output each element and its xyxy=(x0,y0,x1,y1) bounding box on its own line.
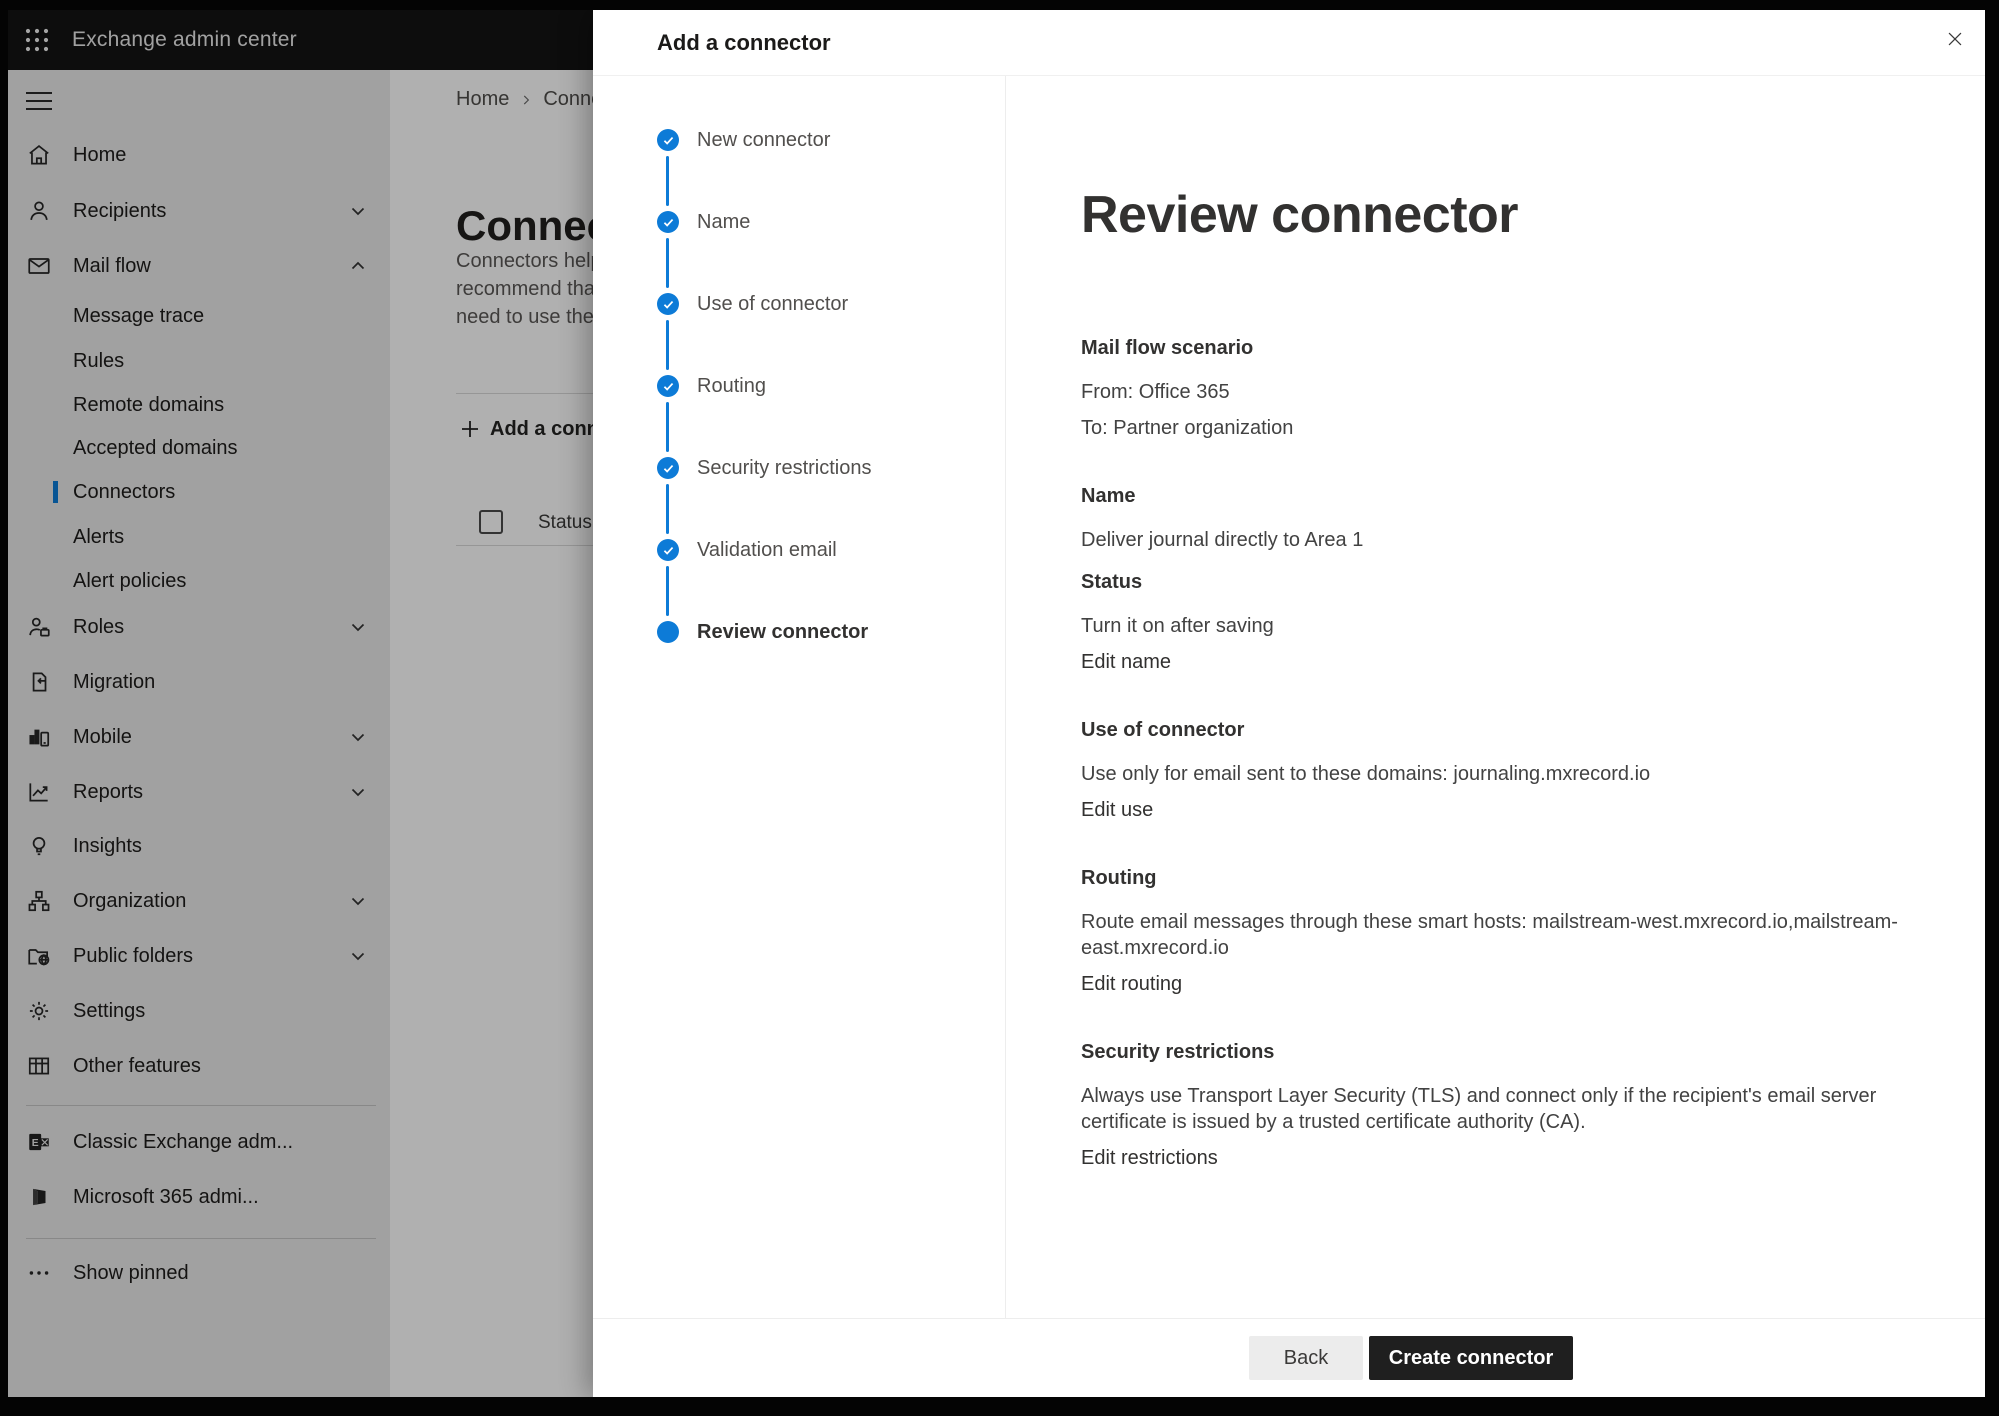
wizard-step-review-connector[interactable]: Review connector xyxy=(593,621,1005,645)
step-connector-line xyxy=(666,484,669,534)
step-complete-icon xyxy=(657,211,679,233)
app-window: Exchange admin center Home Recipients Ma… xyxy=(8,10,1985,1397)
review-value-use-of-connector: Use only for email sent to these domains… xyxy=(1081,761,1901,787)
add-connector-modal: Add a connector New connector xyxy=(593,10,1985,1397)
wizard-step-new-connector[interactable]: New connector xyxy=(593,129,1005,153)
review-heading-name: Name xyxy=(1081,483,1945,509)
modal-header: Add a connector xyxy=(593,10,1985,76)
review-heading-routing: Routing xyxy=(1081,865,1945,891)
close-icon[interactable] xyxy=(1938,22,1972,56)
review-value-status: Turn it on after saving xyxy=(1081,613,1901,639)
step-connector-line xyxy=(666,320,669,370)
review-title: Review connector xyxy=(1081,184,1945,246)
step-connector-line xyxy=(666,566,669,616)
wizard-step-security-restrictions[interactable]: Security restrictions xyxy=(593,457,1005,481)
modal-title: Add a connector xyxy=(657,10,831,75)
back-button[interactable]: Back xyxy=(1249,1336,1363,1380)
review-value-to: To: Partner organization xyxy=(1081,415,1901,441)
step-connector-line xyxy=(666,238,669,288)
review-value-name: Deliver journal directly to Area 1 xyxy=(1081,527,1901,553)
wizard-step-validation-email[interactable]: Validation email xyxy=(593,539,1005,563)
step-current-icon xyxy=(657,621,679,643)
wizard-step-name[interactable]: Name xyxy=(593,211,1005,235)
edit-restrictions-link[interactable]: Edit restrictions xyxy=(1081,1145,1218,1171)
modal-body: New connector Name Use of connector Rout… xyxy=(593,76,1985,1319)
step-connector-line xyxy=(666,156,669,206)
step-complete-icon xyxy=(657,293,679,315)
modal-footer: Back Create connector xyxy=(593,1318,1985,1397)
review-heading-security-restrictions: Security restrictions xyxy=(1081,1039,1945,1065)
review-heading-status: Status xyxy=(1081,569,1945,595)
review-value-routing: Route email messages through these smart… xyxy=(1081,909,1901,961)
review-value-from: From: Office 365 xyxy=(1081,379,1901,405)
wizard-steps: New connector Name Use of connector Rout… xyxy=(593,76,1006,1319)
step-complete-icon xyxy=(657,457,679,479)
edit-name-link[interactable]: Edit name xyxy=(1081,649,1171,675)
edit-routing-link[interactable]: Edit routing xyxy=(1081,971,1182,997)
create-connector-button[interactable]: Create connector xyxy=(1369,1336,1573,1380)
wizard-step-routing[interactable]: Routing xyxy=(593,375,1005,399)
step-complete-icon xyxy=(657,129,679,151)
review-pane: Review connector Mail flow scenario From… xyxy=(1006,76,1985,1319)
review-heading-use-of-connector: Use of connector xyxy=(1081,717,1945,743)
step-complete-icon xyxy=(657,375,679,397)
wizard-step-use-of-connector[interactable]: Use of connector xyxy=(593,293,1005,317)
step-connector-line xyxy=(666,402,669,452)
review-heading-mail-flow-scenario: Mail flow scenario xyxy=(1081,335,1945,361)
review-value-security-restrictions: Always use Transport Layer Security (TLS… xyxy=(1081,1083,1901,1135)
step-complete-icon xyxy=(657,539,679,561)
edit-use-link[interactable]: Edit use xyxy=(1081,797,1153,823)
